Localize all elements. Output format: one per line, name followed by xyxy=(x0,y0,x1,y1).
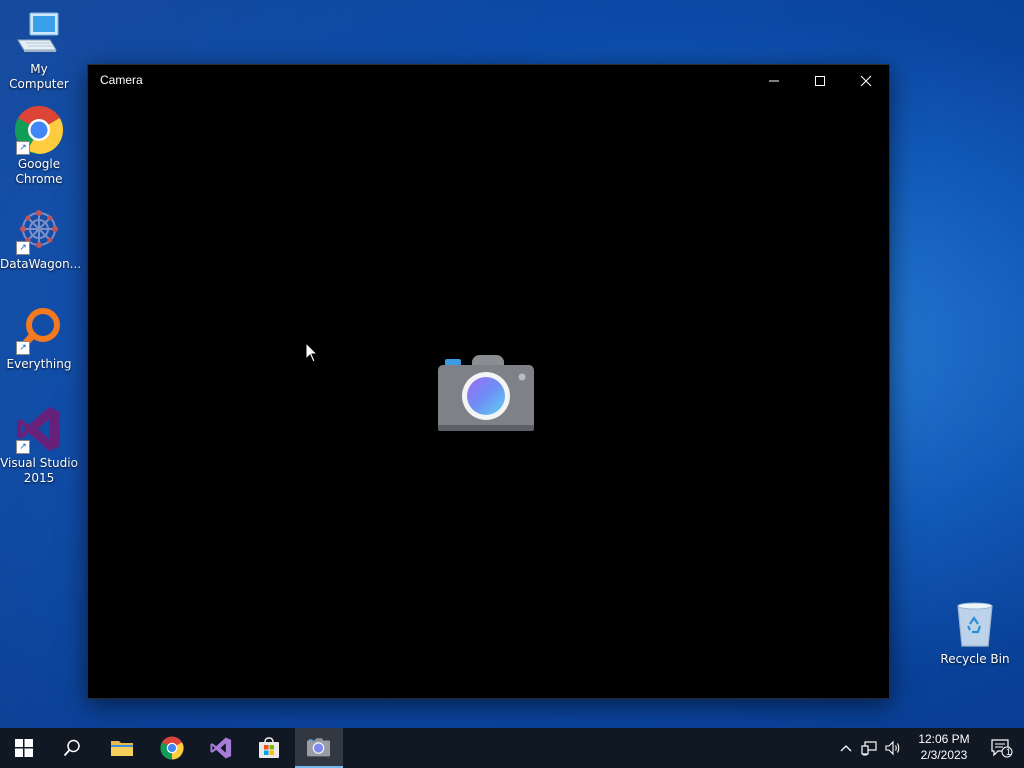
clock-button[interactable]: 12:06 PM 2/3/2023 xyxy=(908,731,980,763)
store-taskbar-button[interactable] xyxy=(245,728,293,768)
windows-logo-icon xyxy=(15,739,33,757)
shortcut-arrow-icon: ↗ xyxy=(16,440,30,454)
desktop-icon-recycle-bin[interactable]: Recycle Bin xyxy=(936,600,1014,667)
clock-time: 12:06 PM xyxy=(918,732,970,746)
taskbar[interactable]: 12:06 PM 2/3/2023 1 xyxy=(0,728,1024,768)
everything-icon: ↗ xyxy=(14,305,64,355)
camera-icon xyxy=(307,738,331,757)
visual-studio-icon xyxy=(210,737,232,759)
recycle-bin-icon xyxy=(950,600,1000,650)
desktop-icon-label: Visual Studio 2015 xyxy=(0,456,78,485)
camera-taskbar-button[interactable] xyxy=(295,728,343,768)
shortcut-arrow-icon: ↗ xyxy=(16,141,30,155)
chevron-up-icon xyxy=(840,745,852,752)
close-icon xyxy=(860,75,872,87)
network-button[interactable] xyxy=(858,728,880,768)
folder-icon xyxy=(111,741,133,756)
network-icon xyxy=(861,741,877,756)
chrome-icon: ↗ xyxy=(14,105,64,155)
title-bar[interactable]: Camera xyxy=(88,65,889,97)
chrome-taskbar-button[interactable] xyxy=(148,728,196,768)
desktop-icon-my-computer[interactable]: My Computer xyxy=(0,10,78,92)
close-button[interactable] xyxy=(843,65,889,97)
desktop-icon-datawagon[interactable]: ↗ DataWagon... xyxy=(0,205,82,272)
show-hidden-icons-button[interactable] xyxy=(836,728,856,768)
datawagon-icon: ↗ xyxy=(14,205,64,255)
desktop-icon-label: DataWagon... xyxy=(0,257,82,271)
maximize-icon xyxy=(815,76,825,86)
action-center-button[interactable]: 1 xyxy=(988,728,1016,768)
computer-icon xyxy=(14,10,64,60)
start-button[interactable] xyxy=(0,728,48,768)
store-icon xyxy=(259,737,279,758)
shortcut-arrow-icon: ↗ xyxy=(16,241,30,255)
desktop[interactable]: My Computer ↗ Google Chrome ↗ DataWagon.… xyxy=(0,0,1024,728)
desktop-icon-google-chrome[interactable]: ↗ Google Chrome xyxy=(0,105,78,187)
file-explorer-button[interactable] xyxy=(98,728,146,768)
volume-button[interactable] xyxy=(882,728,904,768)
visual-studio-icon: ↗ xyxy=(14,404,64,454)
window-title: Camera xyxy=(100,73,143,87)
mouse-cursor-icon xyxy=(305,341,319,364)
maximize-button[interactable] xyxy=(797,65,843,97)
camera-icon xyxy=(438,355,538,437)
desktop-icon-label: Google Chrome xyxy=(15,157,63,186)
visual-studio-taskbar-button[interactable] xyxy=(197,728,245,768)
system-tray: 12:06 PM 2/3/2023 1 xyxy=(834,728,1024,768)
camera-app-window[interactable]: Camera xyxy=(87,64,890,699)
minimize-icon xyxy=(769,80,779,82)
desktop-icon-label: My Computer xyxy=(9,62,69,91)
notification-count: 1 xyxy=(1005,747,1011,757)
search-icon xyxy=(63,739,80,757)
shortcut-arrow-icon: ↗ xyxy=(16,341,30,355)
clock-date: 2/3/2023 xyxy=(920,748,968,762)
desktop-icon-label: Recycle Bin xyxy=(940,652,1010,666)
chrome-icon xyxy=(160,736,184,760)
search-button[interactable] xyxy=(48,728,96,768)
desktop-icon-label: Everything xyxy=(6,357,72,371)
desktop-icon-everything[interactable]: ↗ Everything xyxy=(0,305,78,372)
desktop-icon-visual-studio-2015[interactable]: ↗ Visual Studio 2015 xyxy=(0,404,78,486)
volume-icon xyxy=(885,740,900,756)
minimize-button[interactable] xyxy=(751,65,797,97)
